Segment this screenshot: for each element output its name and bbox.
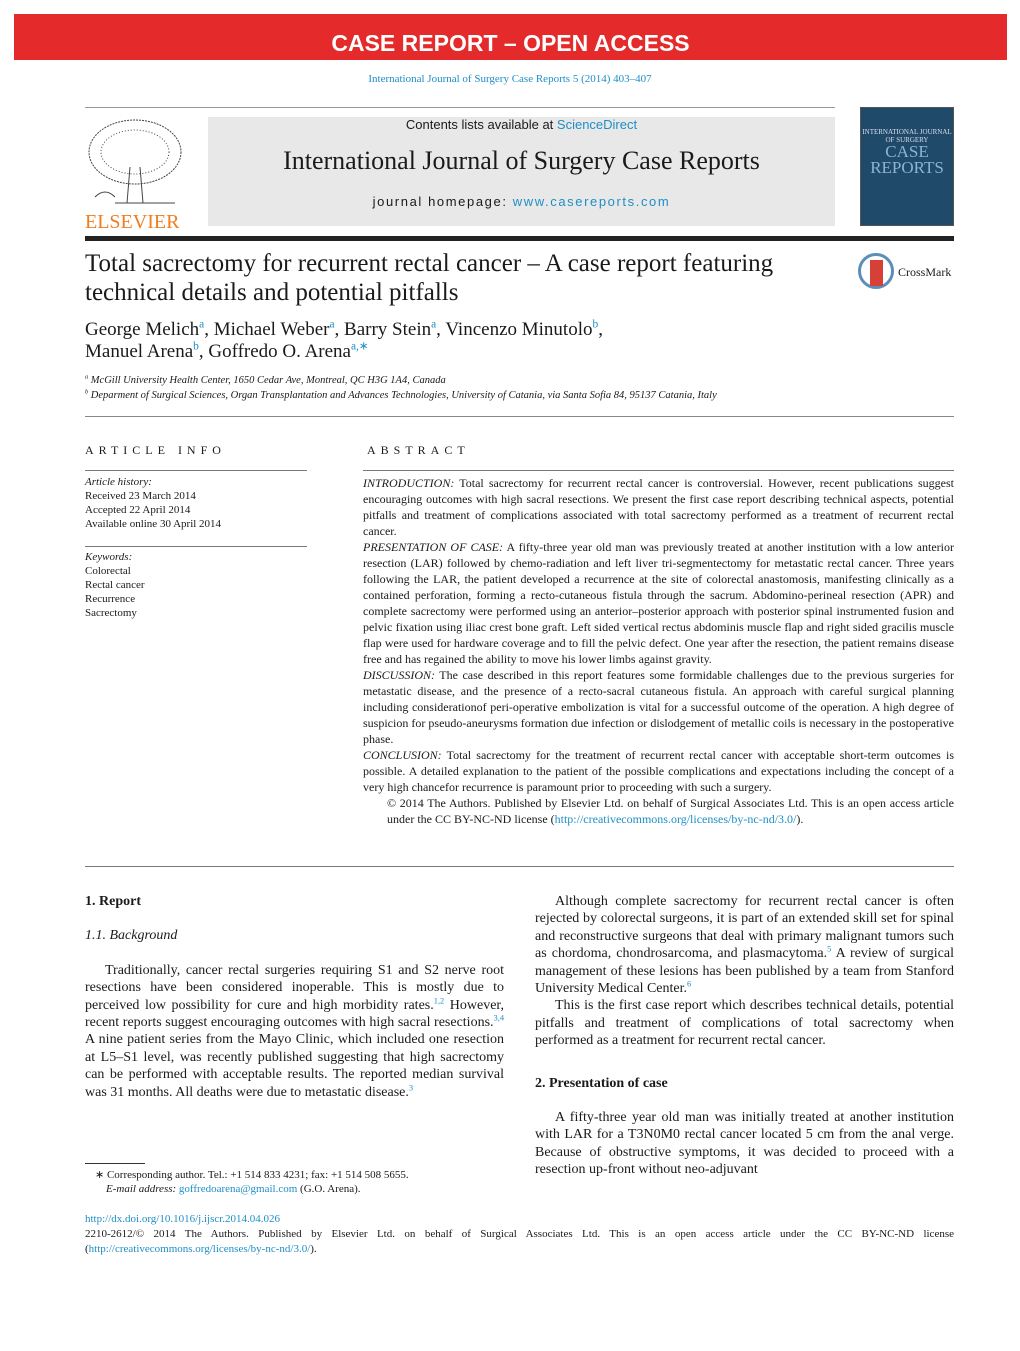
body-column-right: Although complete sacrectomy for recurre…: [535, 893, 954, 1179]
article-title: Total sacrectomy for recurrent rectal ca…: [85, 250, 774, 306]
contents-line: Contents lists available at ScienceDirec…: [208, 117, 835, 132]
keyword: Colorectal: [85, 565, 131, 577]
abstract-discussion: DISCUSSION: The case described in this r…: [363, 668, 954, 746]
keyword: Sacrectomy: [85, 607, 137, 619]
paragraph: A fifty-three year old man was initially…: [535, 1110, 954, 1178]
abstract-copyright: © 2014 The Authors. Published by Elsevie…: [387, 796, 954, 826]
paragraph: This is the first case report which desc…: [535, 998, 954, 1049]
open-access-banner: CASE REPORT – OPEN ACCESS: [14, 14, 1007, 60]
received-date: Received 23 March 2014: [85, 490, 196, 502]
email-link[interactable]: goffredoarena@gmail.com: [179, 1183, 297, 1195]
affiliation: a McGill University Health Center, 1650 …: [85, 373, 446, 386]
homepage-link[interactable]: www.casereports.com: [513, 194, 671, 209]
footnote-divider: [85, 1163, 145, 1164]
contents-prefix: Contents lists available at: [405, 117, 557, 132]
abstract-heading: ABSTRACT: [367, 443, 470, 457]
sciencedirect-link[interactable]: ScienceDirect: [557, 117, 637, 132]
author[interactable]: Manuel Arenab: [85, 341, 199, 362]
divider: [363, 470, 954, 471]
journal-masthead: Contents lists available at ScienceDirec…: [208, 117, 835, 226]
journal-citation-link[interactable]: International Journal of Surgery Case Re…: [0, 73, 1020, 85]
license-link[interactable]: http://creativecommons.org/licenses/by-n…: [555, 812, 797, 826]
crossmark-icon: [858, 253, 894, 289]
journal-title: International Journal of Surgery Case Re…: [283, 146, 760, 175]
elsevier-wordmark: ELSEVIER: [85, 211, 180, 233]
elsevier-tree-icon: [88, 119, 182, 204]
section-heading: 1. Report: [85, 894, 141, 909]
divider: [85, 546, 307, 547]
abstract-conclusion: CONCLUSION: Total sacrectomy for the tre…: [363, 748, 954, 794]
elsevier-logo: ELSEVIER: [85, 117, 185, 233]
citation-ref[interactable]: 1,2: [434, 996, 444, 1005]
citation-ref[interactable]: 6: [687, 979, 691, 988]
journal-cover-image[interactable]: INTERNATIONAL JOURNAL OF SURGERY CASE RE…: [860, 107, 954, 226]
crossmark-label: CrossMark: [898, 265, 952, 279]
accepted-date: Accepted 22 April 2014: [85, 504, 191, 516]
author-list: George Melicha, Michael Webera, Barry St…: [85, 318, 603, 362]
history-label: Article history:: [85, 476, 152, 488]
citation-ref[interactable]: 3: [409, 1083, 413, 1092]
cover-reports: REPORTS: [870, 158, 944, 177]
body-column-left: 1. Report 1.1. Background Traditionally,…: [85, 893, 504, 1101]
paragraph: Although complete sacrectomy for recurre…: [535, 894, 954, 997]
section-heading: 2. Presentation of case: [535, 1075, 668, 1091]
divider: [85, 470, 307, 471]
abstract-body: INTRODUCTION: Total sacrectomy for recur…: [363, 475, 954, 827]
license-link[interactable]: http://creativecommons.org/licenses/by-n…: [89, 1243, 311, 1255]
author[interactable]: Michael Webera: [214, 319, 335, 340]
abstract-presentation: PRESENTATION OF CASE: A fifty-three year…: [363, 540, 954, 666]
affiliation: b Deparment of Surgical Sciences, Organ …: [85, 388, 717, 401]
keywords: Keywords: Colorectal Rectal cancer Recur…: [85, 550, 145, 620]
keyword: Rectal cancer: [85, 579, 145, 591]
homepage-prefix: journal homepage:: [372, 194, 513, 209]
keyword: Recurrence: [85, 593, 136, 605]
abstract-introduction: INTRODUCTION: Total sacrectomy for recur…: [363, 476, 954, 538]
homepage-line: journal homepage: www.casereports.com: [208, 194, 835, 209]
divider: [85, 866, 954, 867]
divider: [85, 416, 954, 417]
affiliations: a McGill University Health Center, 1650 …: [85, 373, 954, 403]
subsection-heading: 1.1. Background: [85, 928, 178, 944]
paragraph: Traditionally, cancer rectal surgeries r…: [85, 962, 505, 1100]
author[interactable]: Goffredo O. Arenaa,∗: [208, 341, 368, 362]
author[interactable]: Barry Steina: [344, 319, 436, 340]
article-info-heading: ARTICLE INFO: [85, 443, 226, 457]
keywords-label: Keywords:: [85, 551, 133, 563]
online-date: Available online 30 April 2014: [85, 518, 222, 530]
page-footer: http://dx.doi.org/10.1016/j.ijscr.2014.0…: [85, 1213, 954, 1255]
doi-link[interactable]: http://dx.doi.org/10.1016/j.ijscr.2014.0…: [85, 1213, 280, 1225]
author[interactable]: George Melicha: [85, 319, 204, 340]
citation-ref[interactable]: 3,4: [494, 1013, 504, 1022]
article-history: Article history: Received 23 March 2014 …: [85, 475, 221, 531]
crossmark-button[interactable]: CrossMark: [858, 253, 958, 293]
header-divider: [85, 236, 954, 241]
corresponding-author-footnote: ∗ Corresponding author. Tel.: +1 514 833…: [95, 1169, 409, 1195]
author[interactable]: Vincenzo Minutolob: [445, 319, 598, 340]
divider: [85, 107, 835, 108]
